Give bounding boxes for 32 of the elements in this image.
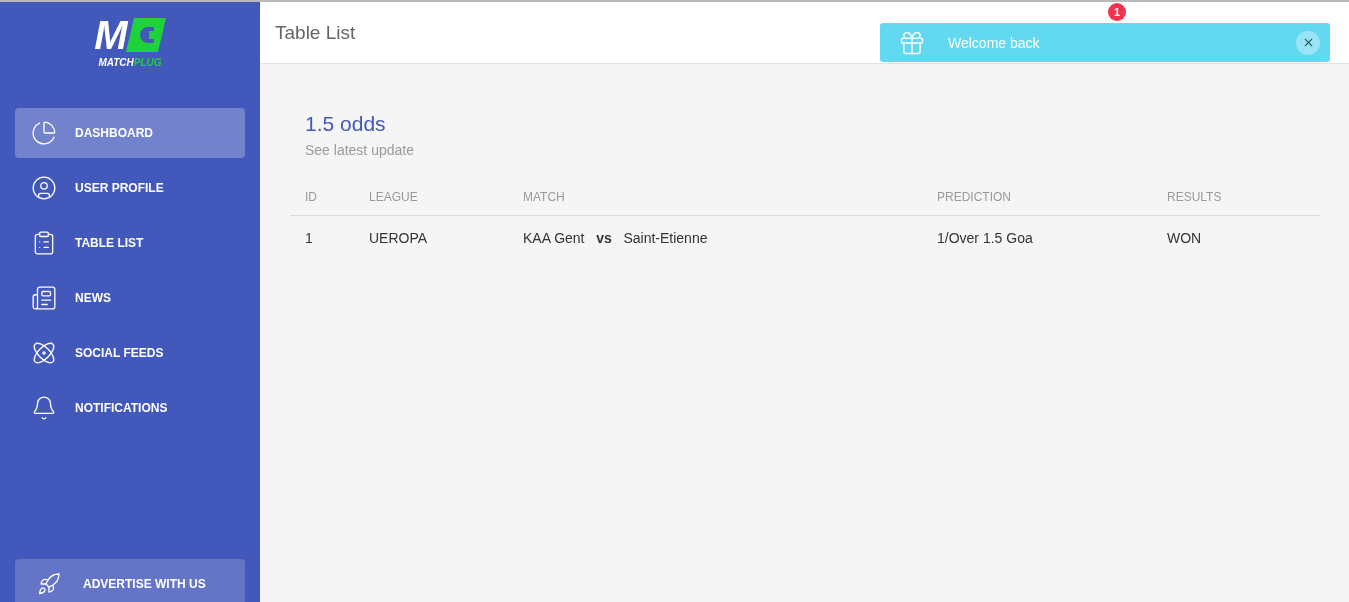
user-circle-icon [31, 175, 57, 201]
close-button[interactable] [1296, 30, 1320, 55]
bell-icon [31, 395, 57, 421]
column-header: MATCH [523, 189, 566, 204]
table-cell-text: 1/Over 1.5 Goa [937, 230, 1034, 246]
column-header: ID [305, 189, 318, 204]
table-cell-text: KAA Gent vs Saint-Etienne [523, 230, 709, 246]
table-cell-text: UEROPA [369, 230, 429, 246]
card-subtitle: See latest update [304, 142, 415, 158]
logo-letter: M [94, 17, 126, 53]
table-cell-text: WON [1167, 230, 1203, 246]
advertise-button[interactable]: ADVERTISE WITH US [15, 559, 245, 602]
toast-message: Welcome back [948, 34, 1041, 51]
column-header: PREDICTION [937, 189, 1012, 204]
column-header: LEAGUE [369, 189, 419, 204]
nav-item[interactable]: NEWS [15, 273, 245, 323]
notification-badge: 1 [1108, 3, 1126, 21]
nav-item[interactable]: TABLE LIST [15, 218, 245, 268]
logo-text: PLUG [133, 57, 162, 68]
newspaper-icon [31, 285, 57, 311]
nav-item[interactable]: DASHBOARD [15, 108, 245, 158]
atom-icon [31, 340, 57, 366]
nav-item[interactable]: USER PROFILE [15, 163, 245, 213]
nav-item[interactable]: SOCIAL FEEDS [15, 328, 245, 378]
rocket-icon [37, 572, 61, 596]
pie-chart-icon [31, 120, 57, 146]
card-title: 1.5 odds [304, 112, 387, 136]
column-header: RESULTS [1167, 189, 1223, 204]
nav-item[interactable]: NOTIFICATIONS [15, 383, 245, 433]
table-cell-text: 1 [305, 230, 314, 246]
page-title: Table List [275, 21, 356, 44]
logo-text: MATCH [98, 57, 134, 68]
